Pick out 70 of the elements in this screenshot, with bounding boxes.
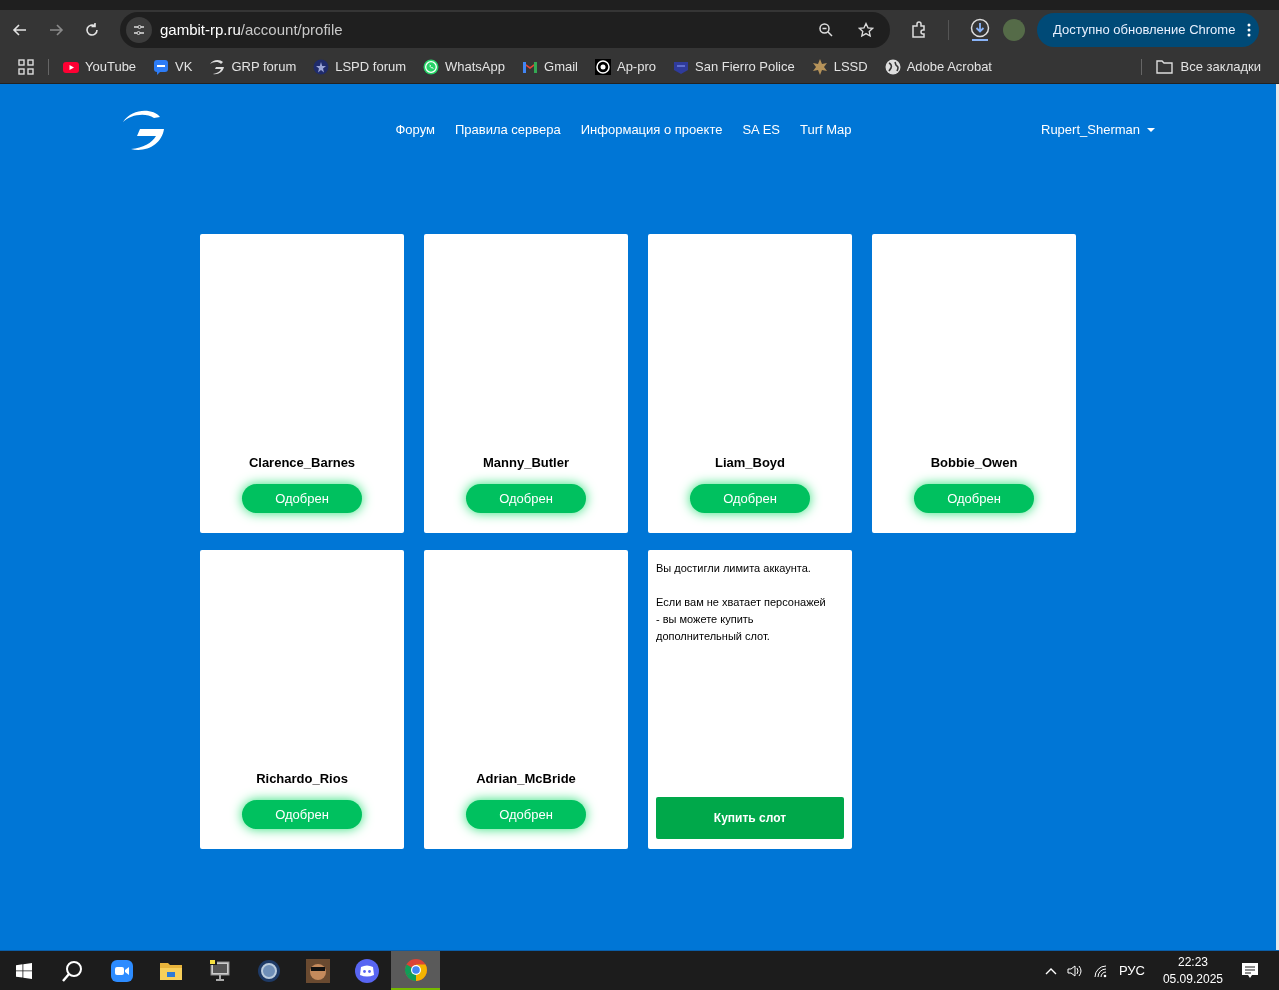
game-portrait-icon [305,958,330,983]
bookmark-link[interactable]: VK [153,56,193,77]
character-name: Richardo_Rios [256,769,348,788]
whatsapp-icon [423,58,440,75]
limit-message: Если вам не хватает персонажей - вы можете купить дополнительный слот. [656,595,827,644]
character-card[interactable]: Manny_Butler Одобрен [424,234,628,533]
bookmark-link[interactable]: YouTube [63,56,137,77]
g-logo-icon [209,58,226,75]
nav-link[interactable]: Правила сервера [454,120,561,140]
nav-link[interactable]: Форум [395,120,435,140]
bookmark-link[interactable]: Adobe Acrobat [884,56,992,77]
nav-link[interactable]: Turf Map [800,120,852,140]
character-card[interactable]: Richardo_Rios Одобрен [200,550,404,849]
language-indicator[interactable]: РУС [1118,960,1145,981]
update-chrome-button[interactable]: Доступно обновление Chrome [1037,13,1260,47]
character-card[interactable]: Bobbie_Owen Одобрен [872,234,1076,533]
nav-link[interactable]: SA ES [742,120,780,140]
all-bookmarks-folder[interactable]: Все закладки [1155,56,1261,77]
more-menu-icon[interactable] [1247,23,1252,37]
clock-date: 05.09.2025 [1162,970,1223,988]
character-name: Bobbie_Owen [930,453,1018,472]
discord-icon [354,958,379,983]
character-name: Liam_Boyd [714,453,786,472]
character-name: Adrian_McBride [476,769,576,788]
chrome-icon [403,957,428,982]
character-card[interactable]: Adrian_McBride Одобрен [424,550,628,849]
site-settings-icon[interactable] [126,17,152,43]
badge-emblem-icon [313,58,330,75]
apps-grid-icon[interactable] [18,58,34,75]
nav-link[interactable]: Информация о проекте [580,120,723,140]
limit-message: Вы достигли лимита аккаунта. [656,561,812,576]
bookmark-link[interactable]: San Fierro Police [673,56,795,77]
bookmark-link[interactable]: LSSD [811,56,868,77]
clock-time: 22:23 [1177,953,1208,971]
site-logo[interactable] [120,108,166,152]
character-card[interactable]: Liam_Boyd Одобрен [648,234,852,533]
back-icon[interactable] [12,22,28,38]
folder-icon [1155,59,1173,74]
video-camera-icon [109,958,134,983]
download-icon[interactable] [969,18,991,42]
bookmark-link[interactable]: Ap-pro [594,56,656,77]
chat-bubble-icon [153,58,170,75]
url-text: gambit-rp.ru/account/profile [160,19,344,40]
wifi-icon[interactable] [1092,963,1109,978]
bookmark-link[interactable]: GRP forum [209,56,297,77]
extensions-icon[interactable] [910,21,928,39]
character-name: Clarence_Barnes [248,453,356,472]
forward-icon[interactable] [48,22,64,38]
windows-start-icon[interactable] [16,962,32,979]
search-icon [60,958,85,983]
bookmark-link[interactable]: LSPD forum [313,56,407,77]
address-bar[interactable]: gambit-rp.ru/account/profile [120,12,890,48]
chevron-up-icon[interactable] [1044,966,1057,975]
star-badge-icon [811,58,828,75]
ring-icon [256,958,281,983]
bookmark-link[interactable]: WhatsApp [423,56,505,77]
star-icon[interactable] [858,22,874,38]
caret-icon[interactable] [1146,127,1156,133]
character-name: Manny_Butler [483,453,569,472]
notifications-icon[interactable] [1241,961,1259,980]
speaker-icon[interactable] [1066,963,1083,978]
user-menu[interactable]: Rupert_Sherman [1041,120,1140,140]
bookmark-link[interactable]: Gmail [522,56,578,77]
reload-icon[interactable] [84,22,100,38]
globe-icon [884,58,901,75]
character-card[interactable]: Clarence_Barnes Одобрен [200,234,404,533]
round-emblem-icon [594,58,611,75]
monitor-icon [207,958,232,983]
clock[interactable]: 22:23 05.09.2025 [1162,953,1223,988]
zoom-icon[interactable] [818,22,834,38]
